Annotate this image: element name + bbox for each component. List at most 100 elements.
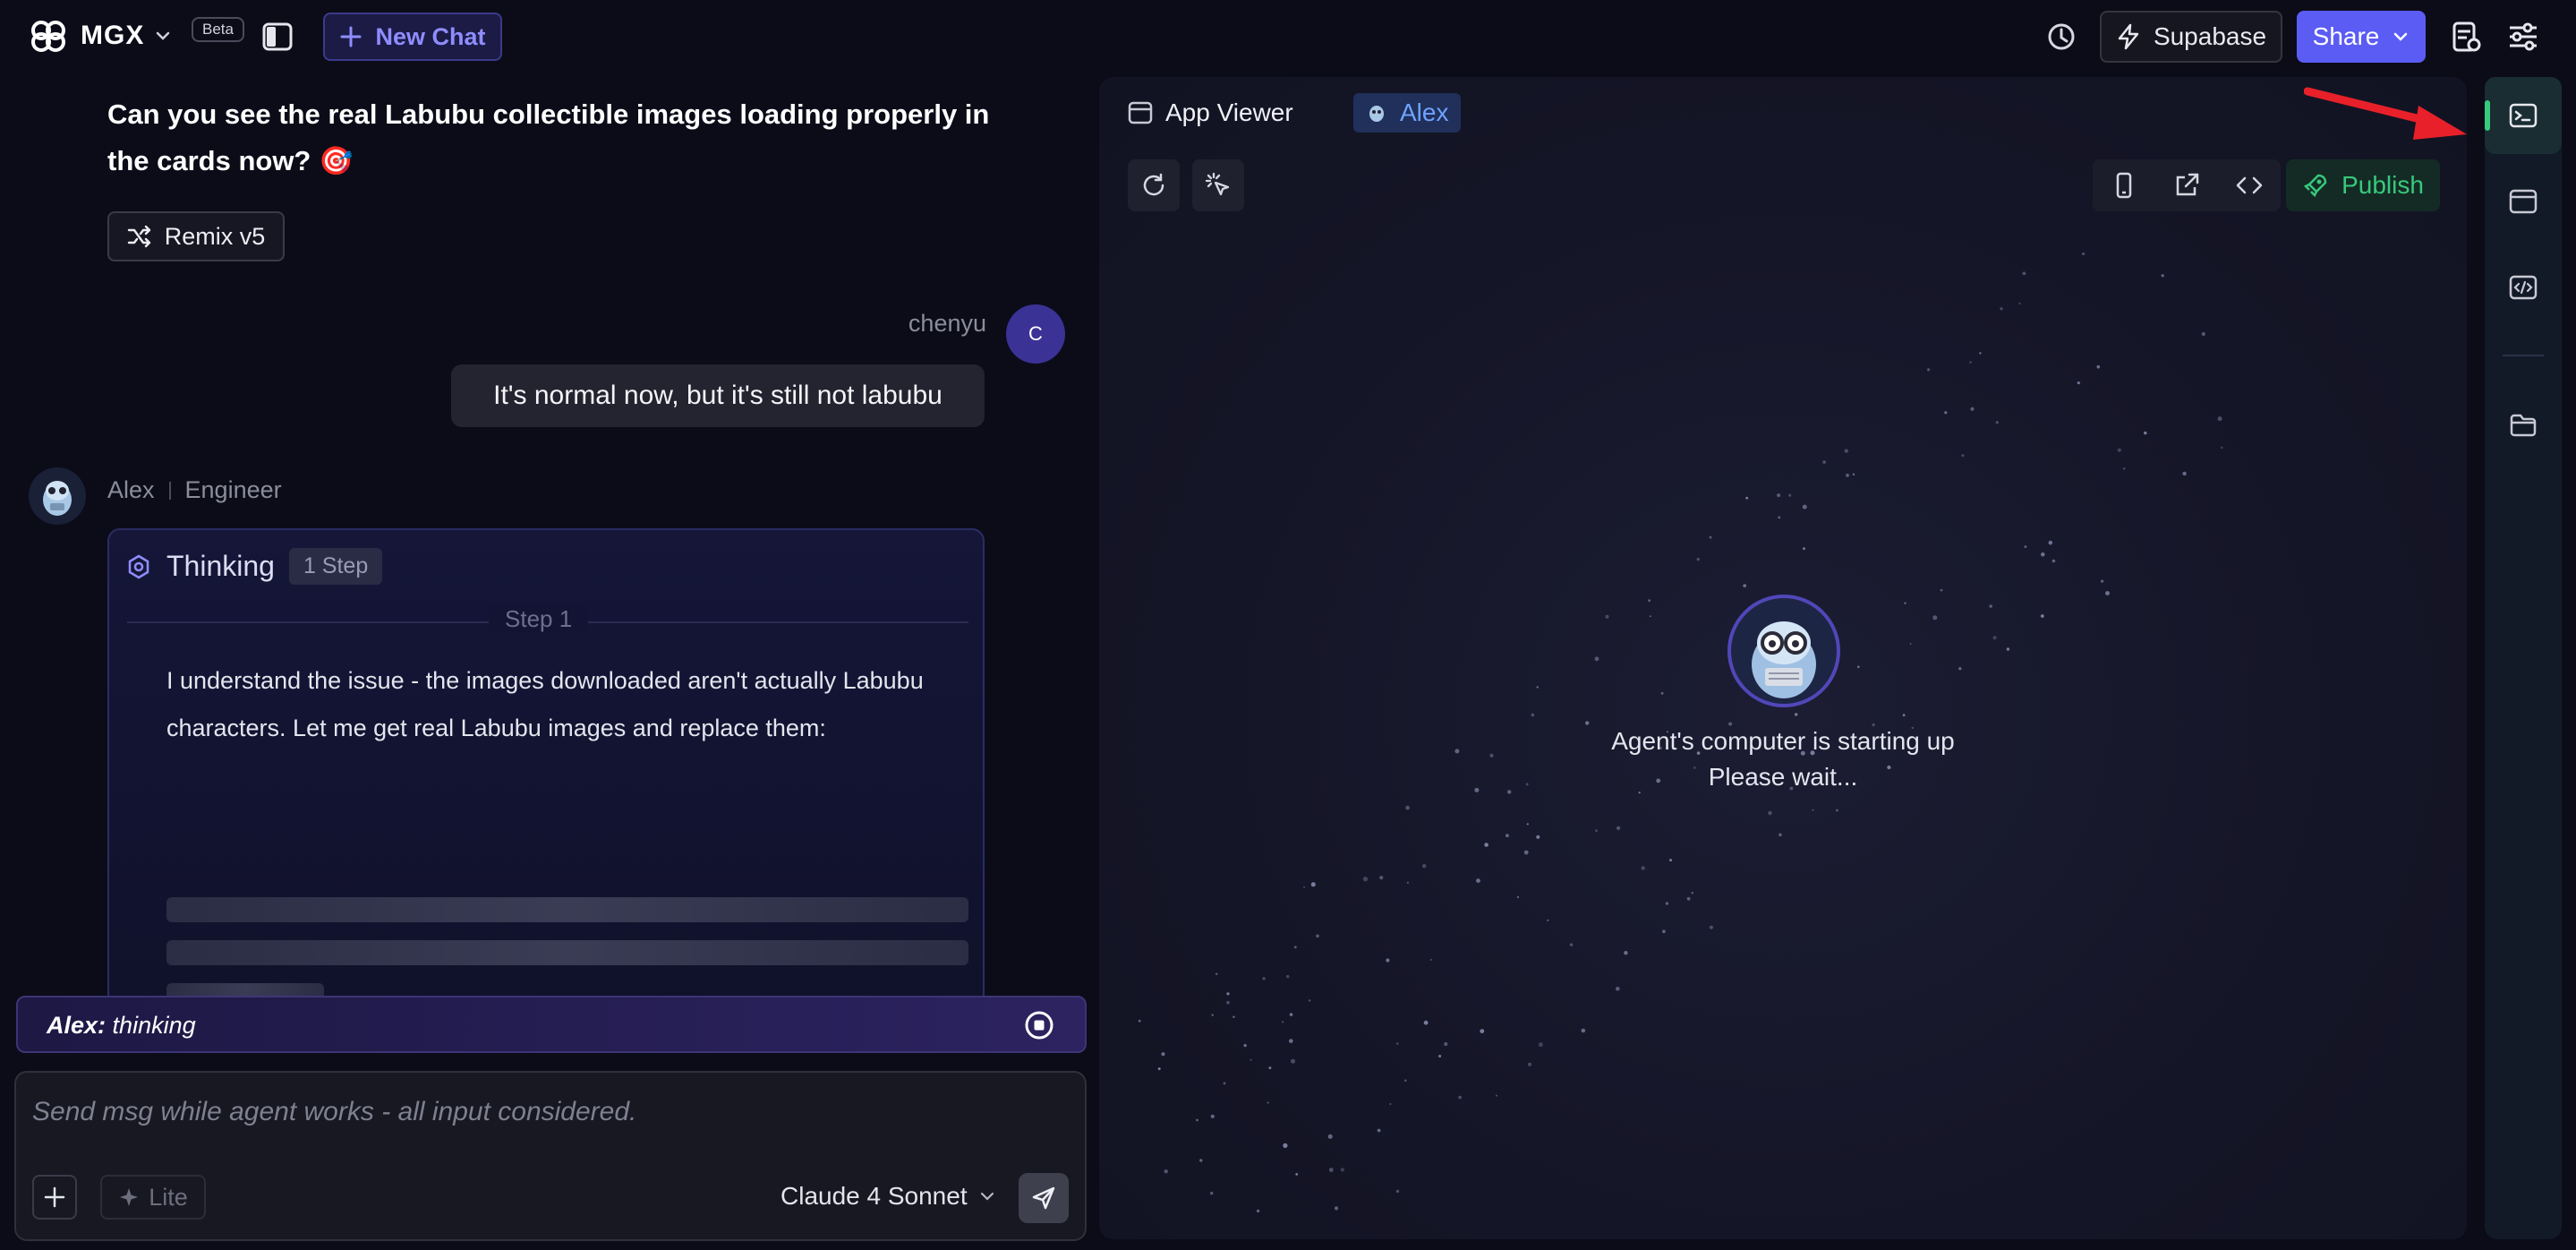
star-dot: [1291, 1058, 1295, 1064]
star-dot: [1641, 866, 1645, 870]
refresh-button[interactable]: [1128, 159, 1180, 211]
stop-button[interactable]: [1024, 1010, 1054, 1040]
boot-status-line: Agent's computer is starting up: [1611, 727, 1955, 755]
star-dot: [1927, 368, 1931, 372]
star-dot: [1164, 1169, 1168, 1174]
star-dot: [1846, 474, 1849, 477]
star-dot: [2144, 431, 2147, 435]
attach-button[interactable]: [32, 1175, 77, 1220]
star-dot: [1289, 1039, 1293, 1043]
mobile-preview-button[interactable]: [2109, 170, 2139, 201]
send-button[interactable]: [1019, 1173, 1069, 1223]
star-dot: [1836, 809, 1838, 812]
thinking-header[interactable]: Thinking 1 Step: [125, 548, 383, 585]
star-dot: [1480, 1029, 1485, 1033]
remix-button[interactable]: Remix v5: [107, 211, 285, 261]
user-message: It's normal now, but it's still not labu…: [451, 364, 985, 427]
star-dot: [1803, 547, 1805, 551]
agent-question: Can you see the real Labubu collectible …: [107, 98, 990, 176]
open-external-button[interactable]: [2171, 170, 2202, 201]
lite-mode-button[interactable]: Lite: [100, 1175, 206, 1220]
rail-files-button[interactable]: [2485, 387, 2562, 464]
star-dot: [1308, 999, 1311, 1002]
star-dot: [1283, 1143, 1288, 1148]
star-dot: [1795, 713, 1798, 716]
supabase-button[interactable]: Supabase: [2100, 11, 2282, 63]
star-dot: [2041, 552, 2045, 557]
star-dot: [1362, 877, 1369, 882]
star-dot: [1531, 713, 1535, 717]
star-dot: [1536, 835, 1540, 839]
chevron-down-icon: [980, 1192, 994, 1201]
star-dot: [1310, 882, 1316, 887]
star-dot: [2182, 471, 2187, 476]
star-dot: [1429, 958, 1432, 961]
star-dot: [1970, 407, 1975, 411]
star-dot: [2220, 446, 2223, 449]
star-dot: [1293, 946, 1297, 949]
star-dot: [1992, 636, 1997, 640]
external-link-icon: [2176, 173, 2199, 196]
publish-button[interactable]: Publish: [2286, 159, 2440, 211]
new-chat-button[interactable]: New Chat: [323, 13, 502, 61]
star-dot: [1295, 1173, 1299, 1176]
sidebar-toggle-icon: [262, 22, 293, 51]
database-button[interactable]: [2449, 20, 2483, 54]
shuffle-icon: [127, 225, 150, 248]
star-dot: [1161, 1052, 1165, 1057]
robot-avatar-icon: [43, 481, 72, 516]
star-dot: [1691, 892, 1693, 895]
brand-name: MGX: [81, 21, 145, 50]
model-name: Claude 4 Sonnet: [780, 1182, 968, 1210]
message-input[interactable]: [32, 1091, 1062, 1134]
star-dot: [1969, 361, 1972, 364]
star-dot: [1215, 972, 1218, 975]
star-dot: [1872, 723, 1875, 727]
star-dot: [1961, 454, 1965, 458]
star-dot: [1256, 1209, 1260, 1213]
app-viewer-panel: App Viewer Alex Publish Agent's computer…: [1099, 77, 2467, 1239]
star-dot: [1852, 473, 1855, 476]
star-dot: [1669, 859, 1672, 862]
star-dot: [2018, 302, 2021, 305]
star-dot: [1289, 1013, 1293, 1016]
star-dot: [1157, 1067, 1161, 1071]
view-code-button[interactable]: [2234, 170, 2265, 201]
star-dot: [1523, 850, 1529, 855]
star-dot: [1395, 1189, 1400, 1194]
star-dot: [1223, 1082, 1226, 1085]
star-dot: [1396, 1042, 1399, 1045]
select-element-button[interactable]: [1192, 159, 1244, 211]
rail-editor-button[interactable]: [2485, 249, 2562, 326]
brand-logo[interactable]: MGX: [29, 14, 173, 57]
chevron-down-icon[interactable]: [153, 26, 173, 46]
star-dot: [1932, 615, 1938, 621]
star-dot: [1909, 643, 1912, 645]
star-dot: [1581, 1028, 1586, 1033]
agent-meta: Alex Engineer: [107, 476, 282, 504]
rail-terminal-button[interactable]: [2485, 77, 2562, 154]
star-dot: [1995, 421, 1999, 424]
star-dot: [1528, 1062, 1531, 1066]
star-dot: [2051, 559, 2056, 563]
tab-agent-alex[interactable]: Alex: [1353, 93, 1462, 133]
star-dot: [1904, 602, 1906, 604]
history-button[interactable]: [2044, 20, 2078, 54]
star-dot: [1444, 1042, 1448, 1046]
settings-button[interactable]: [2506, 20, 2540, 54]
agent-role: Engineer: [184, 476, 282, 503]
thinking-card: Thinking 1 Step Step 1 I understand the …: [107, 528, 985, 1028]
sidebar-toggle-button[interactable]: [261, 21, 294, 52]
star-dot: [1405, 805, 1410, 810]
star-dot: [2217, 416, 2222, 422]
star-dot: [1778, 516, 1781, 519]
star-dot: [1662, 929, 1666, 934]
rail-browser-button[interactable]: [2485, 163, 2562, 240]
share-button[interactable]: Share: [2297, 11, 2426, 63]
model-selector[interactable]: Claude 4 Sonnet: [780, 1182, 996, 1211]
star-dot: [1768, 810, 1772, 816]
terminal-icon: [2509, 103, 2538, 128]
tab-app-viewer[interactable]: App Viewer: [1128, 93, 1293, 133]
star-dot: [2024, 545, 2027, 548]
star-dot: [1516, 895, 1520, 899]
